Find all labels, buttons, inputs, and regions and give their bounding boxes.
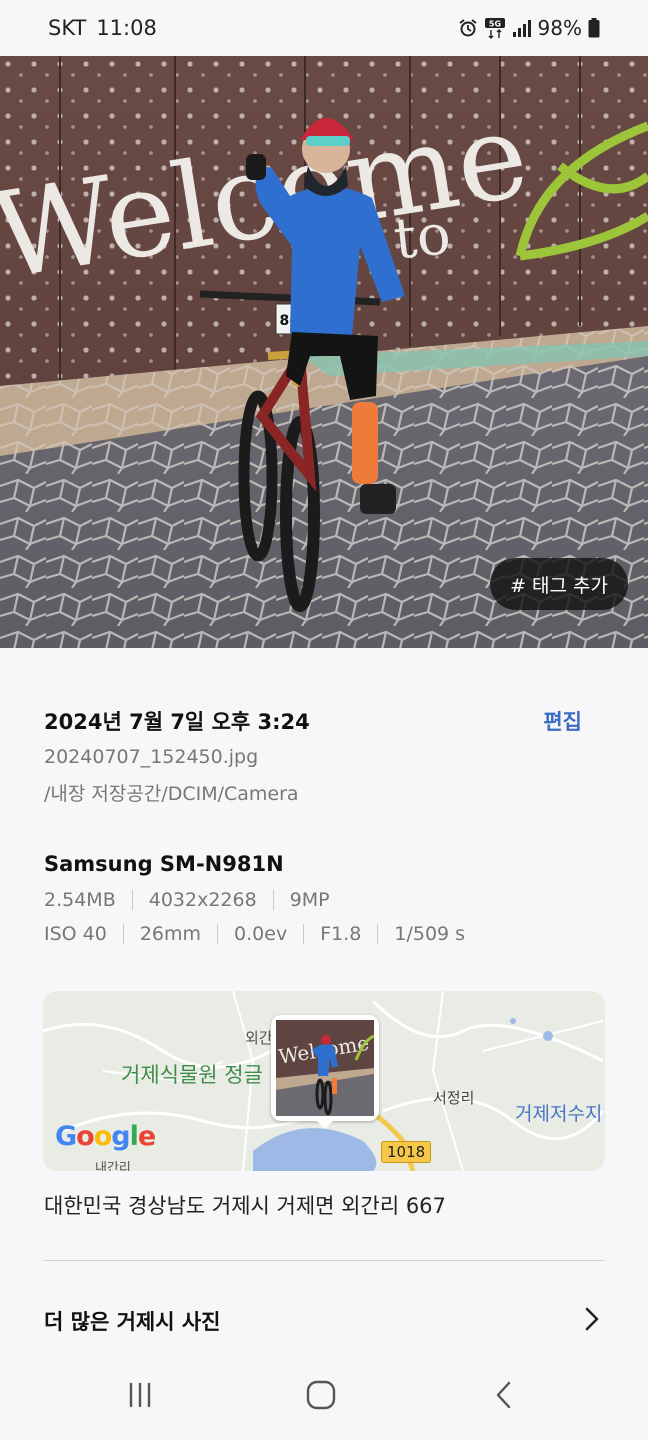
map-photo-thumbnail: Welcome (276, 1020, 375, 1116)
chevron-right-icon (584, 1306, 600, 1336)
divider (43, 1260, 605, 1261)
add-tag-button[interactable]: # 태그 추가 (490, 558, 628, 610)
road-number-badge: 1018 (381, 1141, 432, 1163)
battery-percent: 98% (537, 16, 582, 40)
photo-viewer[interactable]: Welcome to 8602 (0, 56, 648, 648)
add-tag-label: # 태그 추가 (510, 574, 608, 597)
file-meta-row: 2.54MB 4032x2268 9MP (44, 890, 346, 910)
back-icon (496, 1381, 511, 1409)
back-button[interactable] (484, 1378, 524, 1412)
map-label-naegan: 내간리 (95, 1161, 131, 1171)
megapixels: 9MP (272, 890, 346, 910)
map-marker-pointer (315, 1119, 335, 1129)
status-bar: SKT 11:08 5G 98% (0, 0, 648, 56)
clock: 11:08 (96, 16, 157, 40)
system-nav-bar (0, 1352, 648, 1440)
location-address[interactable]: 대한민국 경상남도 거제시 거제면 외간리 667 (44, 1190, 446, 1220)
camera-meta-row: ISO 40 26mm 0.0ev F1.8 1/509 s (44, 924, 481, 944)
sign-text-small: to (391, 202, 454, 273)
network-badge-text: 5G (488, 20, 500, 29)
file-path: /내장 저장공간/DCIM/Camera (44, 783, 299, 805)
home-button[interactable] (301, 1378, 341, 1412)
map-label-seojeong: 서정리 (433, 1089, 475, 1107)
carrier-label: SKT (48, 16, 87, 40)
map-label-garden: 거제식물원 정글 (121, 1063, 263, 1087)
map-label-reservoir: 거제저수지 (515, 1103, 603, 1125)
location-map[interactable]: 거제식물원 정글 외간 서정리 거제저수지 내간리 1018 Google We… (43, 991, 605, 1171)
date-row: 2024년 7월 7일 오후 3:24 편집 (44, 706, 604, 736)
edit-button[interactable]: 편집 (543, 706, 582, 736)
aperture: F1.8 (303, 924, 377, 944)
exposure-value: 0.0ev (217, 924, 303, 944)
google-logo: Google (55, 1121, 156, 1152)
more-photos-label: 더 많은 거제시 사진 (44, 1310, 221, 1334)
battery-icon (588, 18, 600, 38)
device-name: Samsung SM-N981N (44, 852, 284, 876)
more-photos-link[interactable]: 더 많은 거제시 사진 (44, 1306, 600, 1336)
resolution: 4032x2268 (131, 890, 273, 910)
status-right: 5G 98% (458, 16, 600, 40)
home-icon (306, 1380, 336, 1410)
shutter-speed: 1/509 s (377, 924, 481, 944)
signal-icon (512, 18, 532, 38)
date-taken: 2024년 7월 7일 오후 3:24 (44, 710, 310, 734)
focal-length: 26mm (122, 924, 217, 944)
file-size: 2.54MB (44, 889, 116, 911)
alarm-icon (458, 18, 478, 38)
status-left: SKT 11:08 (48, 16, 157, 40)
map-photo-marker[interactable]: Welcome (271, 1015, 379, 1121)
recent-apps-icon (129, 1383, 151, 1407)
network-5g-icon: 5G (484, 17, 506, 39)
recent-apps-button[interactable] (120, 1378, 160, 1412)
file-name: 20240707_152450.jpg (44, 746, 259, 768)
map-label-oegan: 외간 (245, 1029, 273, 1047)
iso: ISO 40 (44, 923, 107, 945)
